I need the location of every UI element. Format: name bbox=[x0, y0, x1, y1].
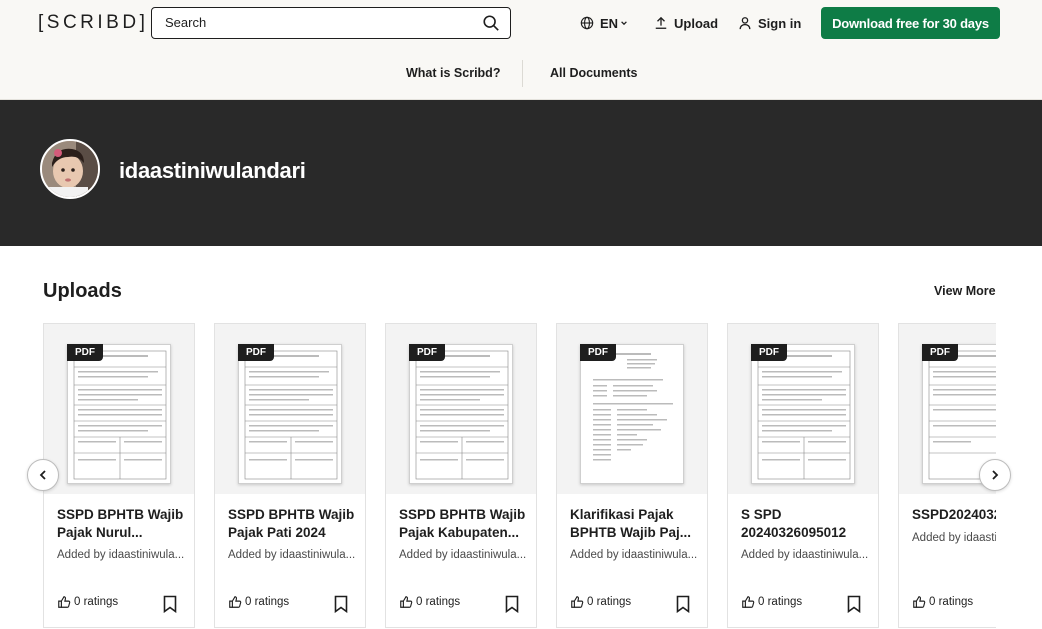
document-page-image bbox=[73, 350, 167, 480]
document-preview bbox=[580, 344, 684, 484]
document-preview bbox=[409, 344, 513, 484]
document-rating: 0 ratings bbox=[741, 595, 802, 609]
uploads-heading: Uploads bbox=[43, 280, 122, 302]
subnav-all-documents[interactable]: All Documents bbox=[550, 66, 638, 80]
language-label: EN bbox=[600, 15, 619, 31]
pdf-badge: PDF bbox=[922, 344, 958, 361]
profile-username: idaastiniwulandari bbox=[119, 158, 306, 183]
document-thumbnail[interactable]: PDF bbox=[557, 324, 707, 494]
ratings-count: 0 ratings bbox=[74, 596, 119, 608]
document-author[interactable]: Added by idaastiniwula... bbox=[228, 549, 356, 561]
document-author[interactable]: Added by idaastiniwula... bbox=[399, 549, 527, 561]
view-more-link[interactable]: View More bbox=[934, 284, 996, 298]
document-thumbnail[interactable]: PDF bbox=[215, 324, 365, 494]
document-card[interactable]: PDF SSPD BPHTB Wajib Pajak Nurul... Adde… bbox=[43, 323, 195, 628]
ratings-count: 0 ratings bbox=[587, 596, 632, 608]
chevron-down-icon bbox=[621, 21, 627, 26]
carousel-next-button[interactable] bbox=[979, 459, 1011, 491]
globe-icon bbox=[580, 16, 594, 30]
document-rating: 0 ratings bbox=[399, 595, 460, 609]
document-rating: 0 ratings bbox=[570, 595, 631, 609]
pdf-badge: PDF bbox=[751, 344, 787, 361]
document-author[interactable]: Added by idaastiniwula... bbox=[741, 549, 869, 561]
search-input[interactable] bbox=[165, 15, 465, 30]
pdf-badge: PDF bbox=[580, 344, 616, 361]
search-box[interactable] bbox=[151, 7, 511, 39]
upload-label: Upload bbox=[674, 15, 719, 31]
language-selector[interactable]: EN bbox=[580, 14, 628, 32]
user-icon bbox=[739, 17, 751, 30]
carousel-prev-button[interactable] bbox=[27, 459, 59, 491]
profile-banner: idaastiniwulandari bbox=[0, 100, 1042, 246]
document-author[interactable]: Added by idaastiniwula... bbox=[57, 549, 185, 561]
thumbs-up-icon bbox=[400, 596, 413, 608]
document-page-image bbox=[757, 350, 851, 480]
ratings-count: 0 ratings bbox=[929, 596, 974, 608]
bookmark-icon[interactable] bbox=[675, 595, 691, 613]
thumbs-up-icon bbox=[58, 596, 71, 608]
pdf-badge: PDF bbox=[67, 344, 103, 361]
document-preview bbox=[67, 344, 171, 484]
ratings-count: 0 ratings bbox=[245, 596, 290, 608]
bookmark-icon[interactable] bbox=[504, 595, 520, 613]
upload-icon bbox=[655, 16, 667, 29]
document-title[interactable]: SSPD BPHTB Wajib Pajak Pati 2024 bbox=[228, 506, 356, 542]
thumbs-up-icon bbox=[571, 596, 584, 608]
site-header: [SCRIBD] EN Upload Sign in Download free… bbox=[0, 0, 1042, 100]
thumbs-up-icon bbox=[913, 596, 926, 608]
signin-link[interactable]: Sign in bbox=[738, 14, 801, 32]
pdf-badge: PDF bbox=[238, 344, 274, 361]
subnav-divider bbox=[522, 60, 523, 87]
document-preview bbox=[751, 344, 855, 484]
document-thumbnail[interactable]: PDF bbox=[728, 324, 878, 494]
upload-link[interactable]: Upload bbox=[654, 14, 718, 32]
document-title[interactable]: Klarifikasi Pajak BPHTB Wajib Paj... bbox=[570, 506, 698, 542]
document-card[interactable]: PDF SSPD BPHTB Wajib Pajak Pati 2024 Add… bbox=[214, 323, 366, 628]
ratings-count: 0 ratings bbox=[758, 596, 803, 608]
document-author[interactable]: Added by idaastiniwula... bbox=[570, 549, 698, 561]
document-title[interactable]: SSPD BPHTB Wajib Pajak Kabupaten... bbox=[399, 506, 527, 542]
document-title[interactable]: SSPD BPHTB Wajib Pajak Nurul... bbox=[57, 506, 185, 542]
bookmark-icon[interactable] bbox=[162, 595, 178, 613]
signin-label: Sign in bbox=[758, 15, 802, 31]
thumbs-up-icon bbox=[229, 596, 242, 608]
bookmark-icon[interactable] bbox=[333, 595, 349, 613]
avatar[interactable] bbox=[40, 139, 100, 199]
avatar-image bbox=[42, 141, 98, 197]
document-card[interactable]: PDF S SPD 20240326095012 Added by idaast… bbox=[727, 323, 879, 628]
bookmark-icon[interactable] bbox=[846, 595, 862, 613]
ratings-count: 0 ratings bbox=[416, 596, 461, 608]
thumbs-up-icon bbox=[742, 596, 755, 608]
document-thumbnail[interactable]: PDF bbox=[44, 324, 194, 494]
pdf-badge: PDF bbox=[409, 344, 445, 361]
document-card[interactable]: PDF Klarifikasi Pajak BPHTB Wajib Paj...… bbox=[556, 323, 708, 628]
document-preview bbox=[238, 344, 342, 484]
uploads-carousel: PDF SSPD BPHTB Wajib Pajak Nurul... Adde… bbox=[43, 323, 996, 629]
document-rating: 0 ratings bbox=[57, 595, 118, 609]
document-author[interactable]: Added by idaastiniwula... bbox=[912, 532, 996, 544]
document-page-image bbox=[244, 350, 338, 480]
document-card[interactable]: PDF SSPD BPHTB Wajib Pajak Kabupaten... … bbox=[385, 323, 537, 628]
document-rating: 0 ratings bbox=[912, 595, 973, 609]
scribd-logo[interactable]: [SCRIBD] bbox=[38, 12, 148, 34]
document-rating: 0 ratings bbox=[228, 595, 289, 609]
download-free-button[interactable]: Download free for 30 days bbox=[821, 7, 1000, 39]
document-title[interactable]: SSPD2024032... bbox=[912, 506, 996, 524]
document-thumbnail[interactable]: PDF bbox=[386, 324, 536, 494]
document-page-image bbox=[415, 350, 509, 480]
document-page-image bbox=[593, 353, 673, 461]
search-icon[interactable] bbox=[482, 14, 500, 32]
subnav-what-is-scribd[interactable]: What is Scribd? bbox=[406, 66, 500, 80]
chevron-right-icon bbox=[992, 470, 999, 480]
chevron-left-icon bbox=[39, 470, 46, 480]
logo-text: SCRIBD bbox=[46, 12, 140, 33]
document-title[interactable]: S SPD 20240326095012 bbox=[741, 506, 869, 542]
